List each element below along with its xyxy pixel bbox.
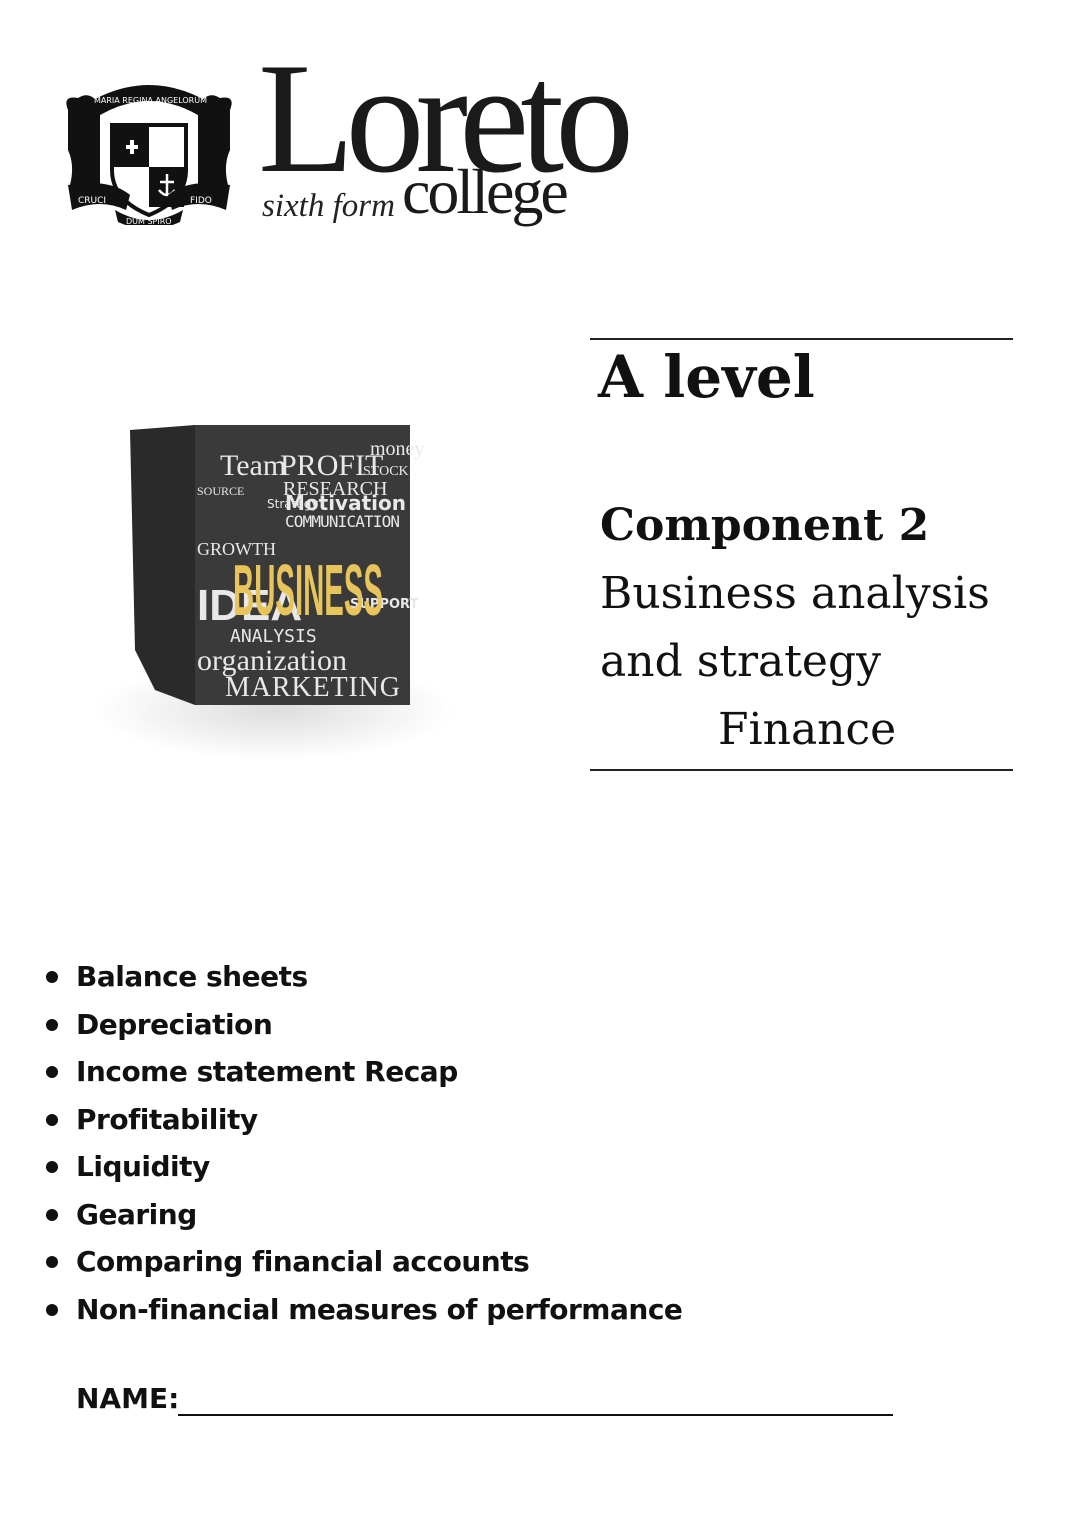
title-top-rule: [590, 338, 1013, 340]
cube-word: MARKETING: [225, 672, 400, 703]
component-subtitle-line2: and strategy: [600, 636, 881, 687]
list-item: Balance sheets: [45, 958, 682, 1006]
cube-word: SOURCE: [197, 484, 244, 498]
component-title: Component 2: [600, 500, 930, 551]
list-item: Comparing financial accounts: [45, 1243, 682, 1291]
title-bottom-rule: [590, 769, 1013, 771]
college-tagline-college: college: [402, 156, 569, 227]
list-item: Non-financial measures of performance: [45, 1291, 683, 1339]
list-item: Liquidity: [45, 1148, 682, 1196]
cube-word-business: BUSINESS: [233, 551, 383, 631]
business-word-cube-image: Team PROFIT STOCK money SOURCE RESEARCH …: [95, 425, 455, 760]
qualification-level: A level: [598, 343, 815, 411]
cube-word: money: [370, 438, 424, 460]
topics-list: Balance sheets Depreciation Income state…: [40, 958, 683, 1339]
crest-motto-bottom: DUM SPIRO: [126, 217, 172, 225]
cube-word: STOCK: [363, 464, 409, 479]
crest-motto-top: MARIA REGINA ANGELORUM: [94, 96, 207, 105]
cube-word: COMMUNICATION: [285, 512, 400, 531]
name-input-line[interactable]: [178, 1414, 893, 1416]
component-subtitle-line1: Business analysis: [600, 568, 990, 619]
list-item: Income statement Recap: [45, 1053, 682, 1101]
name-label: NAME:: [76, 1382, 180, 1415]
college-crest-logo: CRUCI FIDO DUM SPIRO MARIA REGINA ANGELO…: [66, 85, 232, 225]
list-item: Profitability: [45, 1101, 682, 1149]
list-item: Depreciation: [45, 1006, 682, 1054]
cube-word: Team: [220, 449, 286, 482]
college-tagline-sixth-form: sixth form: [262, 188, 395, 224]
list-item: Gearing: [45, 1196, 682, 1244]
crest-motto-right: FIDO: [190, 196, 212, 206]
topic-title: Finance: [718, 704, 897, 755]
crest-motto-left: CRUCI: [78, 196, 106, 206]
